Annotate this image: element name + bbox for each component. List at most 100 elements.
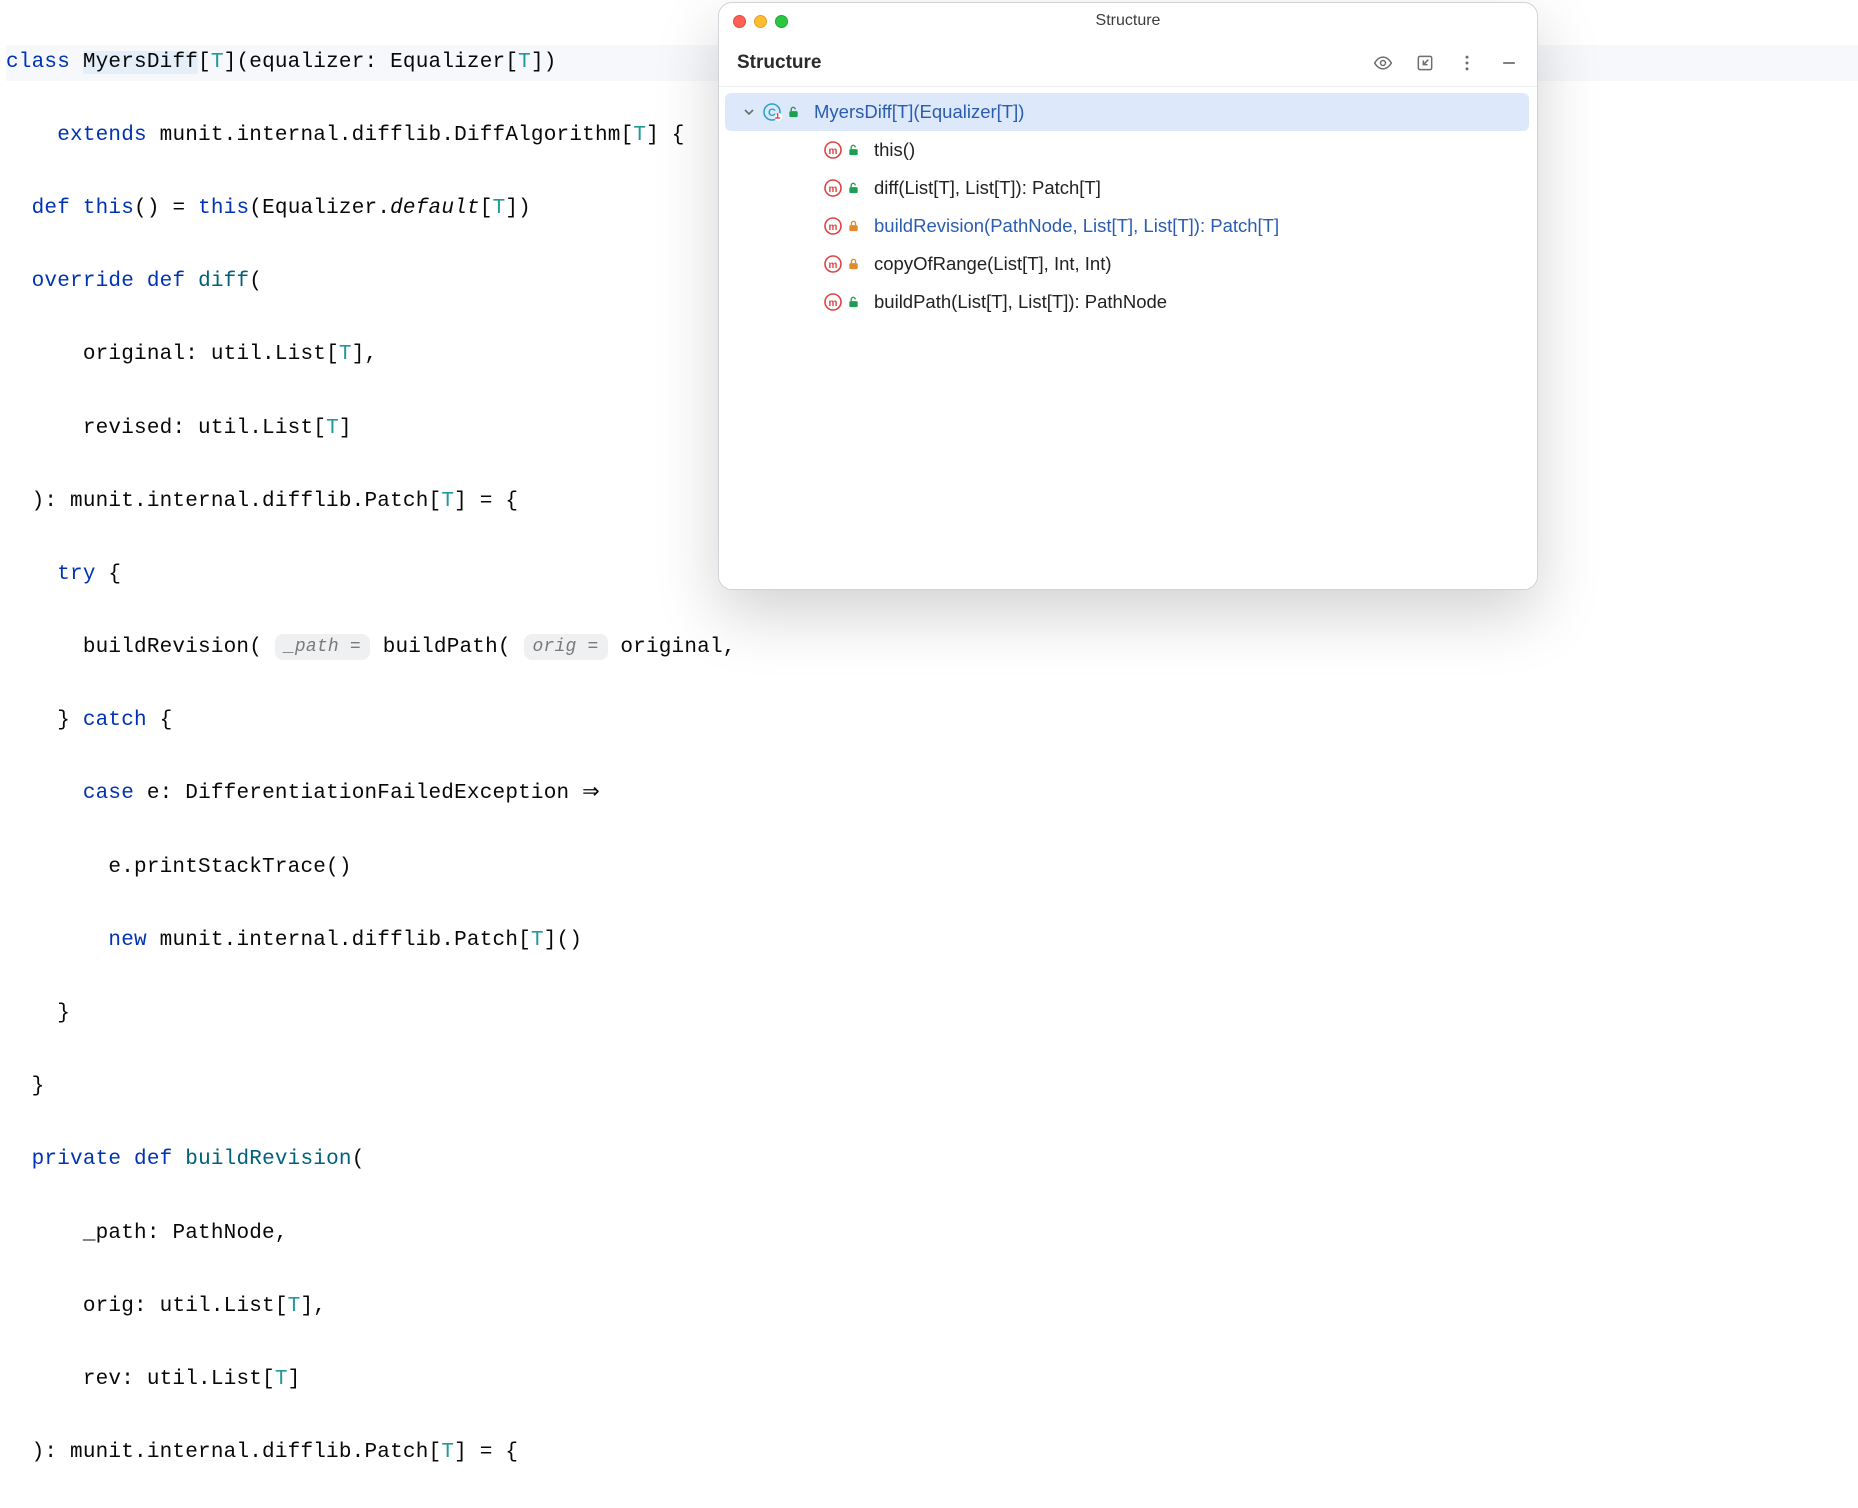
param-path: _path — [83, 1222, 147, 1245]
id-e: e — [147, 782, 160, 805]
param-revised: revised — [83, 417, 173, 440]
kw-new: new — [108, 929, 146, 952]
lock-icon — [847, 257, 860, 271]
call-buildpath: buildPath — [383, 636, 498, 659]
type-t: T — [441, 1441, 454, 1464]
id-myersdiff: MyersDiff — [83, 51, 198, 74]
type-t: T — [633, 124, 646, 147]
tree-node-method[interactable]: m diff(List[T], List[T]): Patch[T] — [725, 169, 1529, 207]
inlay-hint-path: _path = — [275, 634, 370, 660]
unlock-green-icon — [847, 181, 860, 195]
fn-diff: diff — [198, 270, 249, 293]
tree-node-method[interactable]: m this() — [725, 131, 1529, 169]
kw-extends: extends — [57, 124, 147, 147]
lock-icon — [847, 219, 860, 233]
param-equalizer: equalizer — [249, 51, 364, 74]
tree-node-method[interactable]: m copyOfRange(List[T], Int, Int) — [725, 245, 1529, 283]
dock-icon[interactable] — [1415, 53, 1435, 73]
tree-node-method[interactable]: m buildRevision(PathNode, List[T], List[… — [725, 207, 1529, 245]
type-list: util.List — [147, 1368, 262, 1391]
pkg: munit.internal.difflib — [70, 490, 352, 513]
pkg: munit.internal.difflib — [160, 929, 442, 952]
tree-node-label: diff(List[T], List[T]): Patch[T] — [874, 177, 1101, 199]
unlock-green-icon — [787, 105, 800, 119]
arg-original: original — [620, 636, 722, 659]
tree-node-label: copyOfRange(List[T], Int, Int) — [874, 253, 1112, 275]
kw-class: class — [6, 51, 70, 74]
more-icon[interactable] — [1457, 53, 1477, 73]
type-t: T — [326, 417, 339, 440]
svg-text:m: m — [829, 298, 838, 309]
minimize-icon[interactable] — [1499, 53, 1519, 73]
unlock-green-icon — [847, 295, 860, 309]
kw-def: def — [147, 270, 185, 293]
popup-header: Structure — [719, 39, 1537, 87]
type-t: T — [211, 51, 224, 74]
kw-override: override — [32, 270, 134, 293]
type-t: T — [518, 51, 531, 74]
unlock-green-icon — [847, 143, 860, 157]
svg-text:m: m — [829, 260, 838, 271]
param-orig: orig — [83, 1295, 134, 1318]
type-t: T — [493, 197, 506, 220]
svg-text:m: m — [829, 184, 838, 195]
kw-try: try — [57, 563, 95, 586]
type-t: T — [531, 929, 544, 952]
popup-titlebar[interactable]: Structure — [719, 3, 1537, 39]
method-icon: m — [823, 254, 843, 274]
type-t: T — [441, 490, 454, 513]
method-icon: m — [823, 140, 843, 160]
kw-private: private — [32, 1148, 122, 1171]
type-list: util.List — [198, 417, 313, 440]
method-icon: m — [823, 178, 843, 198]
type-t: T — [339, 343, 352, 366]
pkg: munit.internal.difflib — [70, 1441, 352, 1464]
pkg: munit.internal.difflib — [160, 124, 442, 147]
type-dfe: DifferentiationFailedException — [185, 782, 569, 805]
type-list: util.List — [160, 1295, 275, 1318]
kw-this: this — [198, 197, 249, 220]
minimize-window-button[interactable] — [754, 15, 767, 28]
structure-tree[interactable]: C MyersDiff[T](Equalizer[T]) m this() m … — [719, 87, 1537, 329]
kw-this: this — [83, 197, 134, 220]
kw-def: def — [134, 1148, 172, 1171]
svg-text:m: m — [829, 222, 838, 233]
type-patch: Patch — [454, 929, 518, 952]
param-original: original — [83, 343, 185, 366]
structure-popup: Structure Structure C — [718, 2, 1538, 590]
svg-text:m: m — [829, 146, 838, 157]
popup-title: Structure — [1096, 12, 1161, 30]
type-t: T — [275, 1368, 288, 1391]
tree-node-label: buildPath(List[T], List[T]): PathNode — [874, 291, 1167, 313]
type-patch: Patch — [364, 490, 428, 513]
kw-catch: catch — [83, 709, 147, 732]
type-diffalgorithm: DiffAlgorithm — [454, 124, 620, 147]
call-printstacktrace: e.printStackTrace() — [108, 856, 351, 879]
type-pathnode: PathNode — [172, 1222, 274, 1245]
id-default: default — [390, 197, 480, 220]
param-rev: rev — [83, 1368, 121, 1391]
tree-node-label: buildRevision(PathNode, List[T], List[T]… — [874, 215, 1279, 237]
zoom-window-button[interactable] — [775, 15, 788, 28]
type-equalizer: Equalizer — [262, 197, 377, 220]
tree-node-class[interactable]: C MyersDiff[T](Equalizer[T]) — [725, 93, 1529, 131]
window-controls — [733, 15, 788, 28]
tree-node-label: MyersDiff[T](Equalizer[T]) — [814, 101, 1024, 123]
method-icon: m — [823, 292, 843, 312]
visibility-icon[interactable] — [1373, 53, 1393, 73]
call-buildrevision: buildRevision — [83, 636, 249, 659]
popup-header-label: Structure — [737, 52, 821, 74]
sym-arrow: ⇒ — [582, 782, 600, 805]
tree-node-method[interactable]: m buildPath(List[T], List[T]): PathNode — [725, 283, 1529, 321]
type-equalizer: Equalizer — [390, 51, 505, 74]
type-t: T — [288, 1295, 301, 1318]
inlay-hint-orig: orig = — [524, 634, 608, 660]
kw-case: case — [83, 782, 134, 805]
tree-node-label: this() — [874, 139, 915, 161]
kw-def: def — [32, 197, 70, 220]
class-icon: C — [763, 102, 783, 122]
fn-buildrevision: buildRevision — [185, 1148, 351, 1171]
close-window-button[interactable] — [733, 15, 746, 28]
chevron-down-icon[interactable] — [741, 104, 757, 120]
type-list: util.List — [211, 343, 326, 366]
